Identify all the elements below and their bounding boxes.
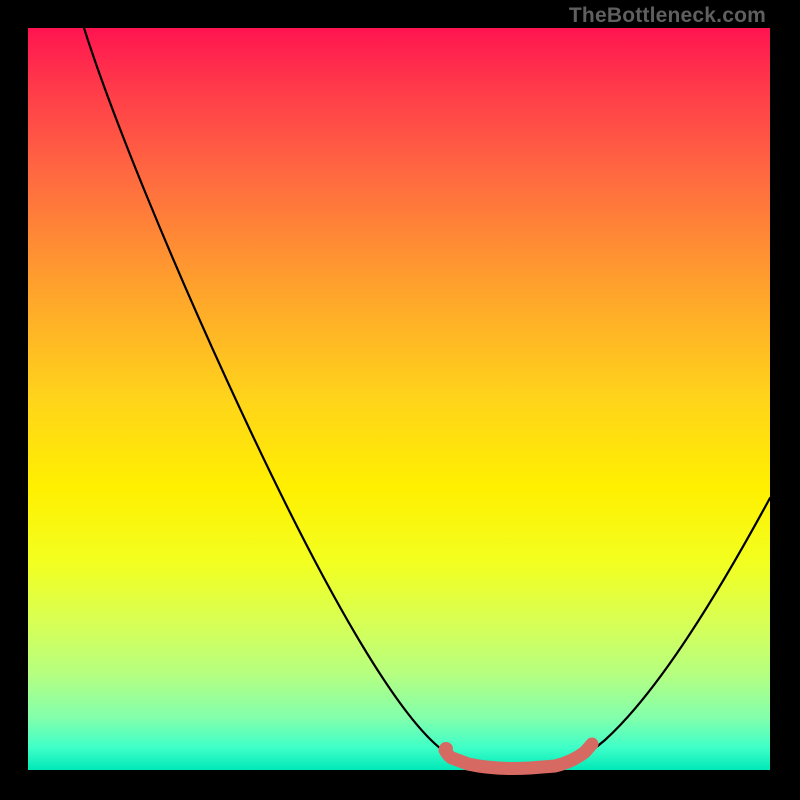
marker-segment <box>445 744 592 769</box>
curve-path <box>84 28 770 767</box>
marker-end-dot <box>587 739 597 749</box>
marker-start-dot <box>439 742 453 756</box>
bottleneck-curve <box>0 0 800 800</box>
